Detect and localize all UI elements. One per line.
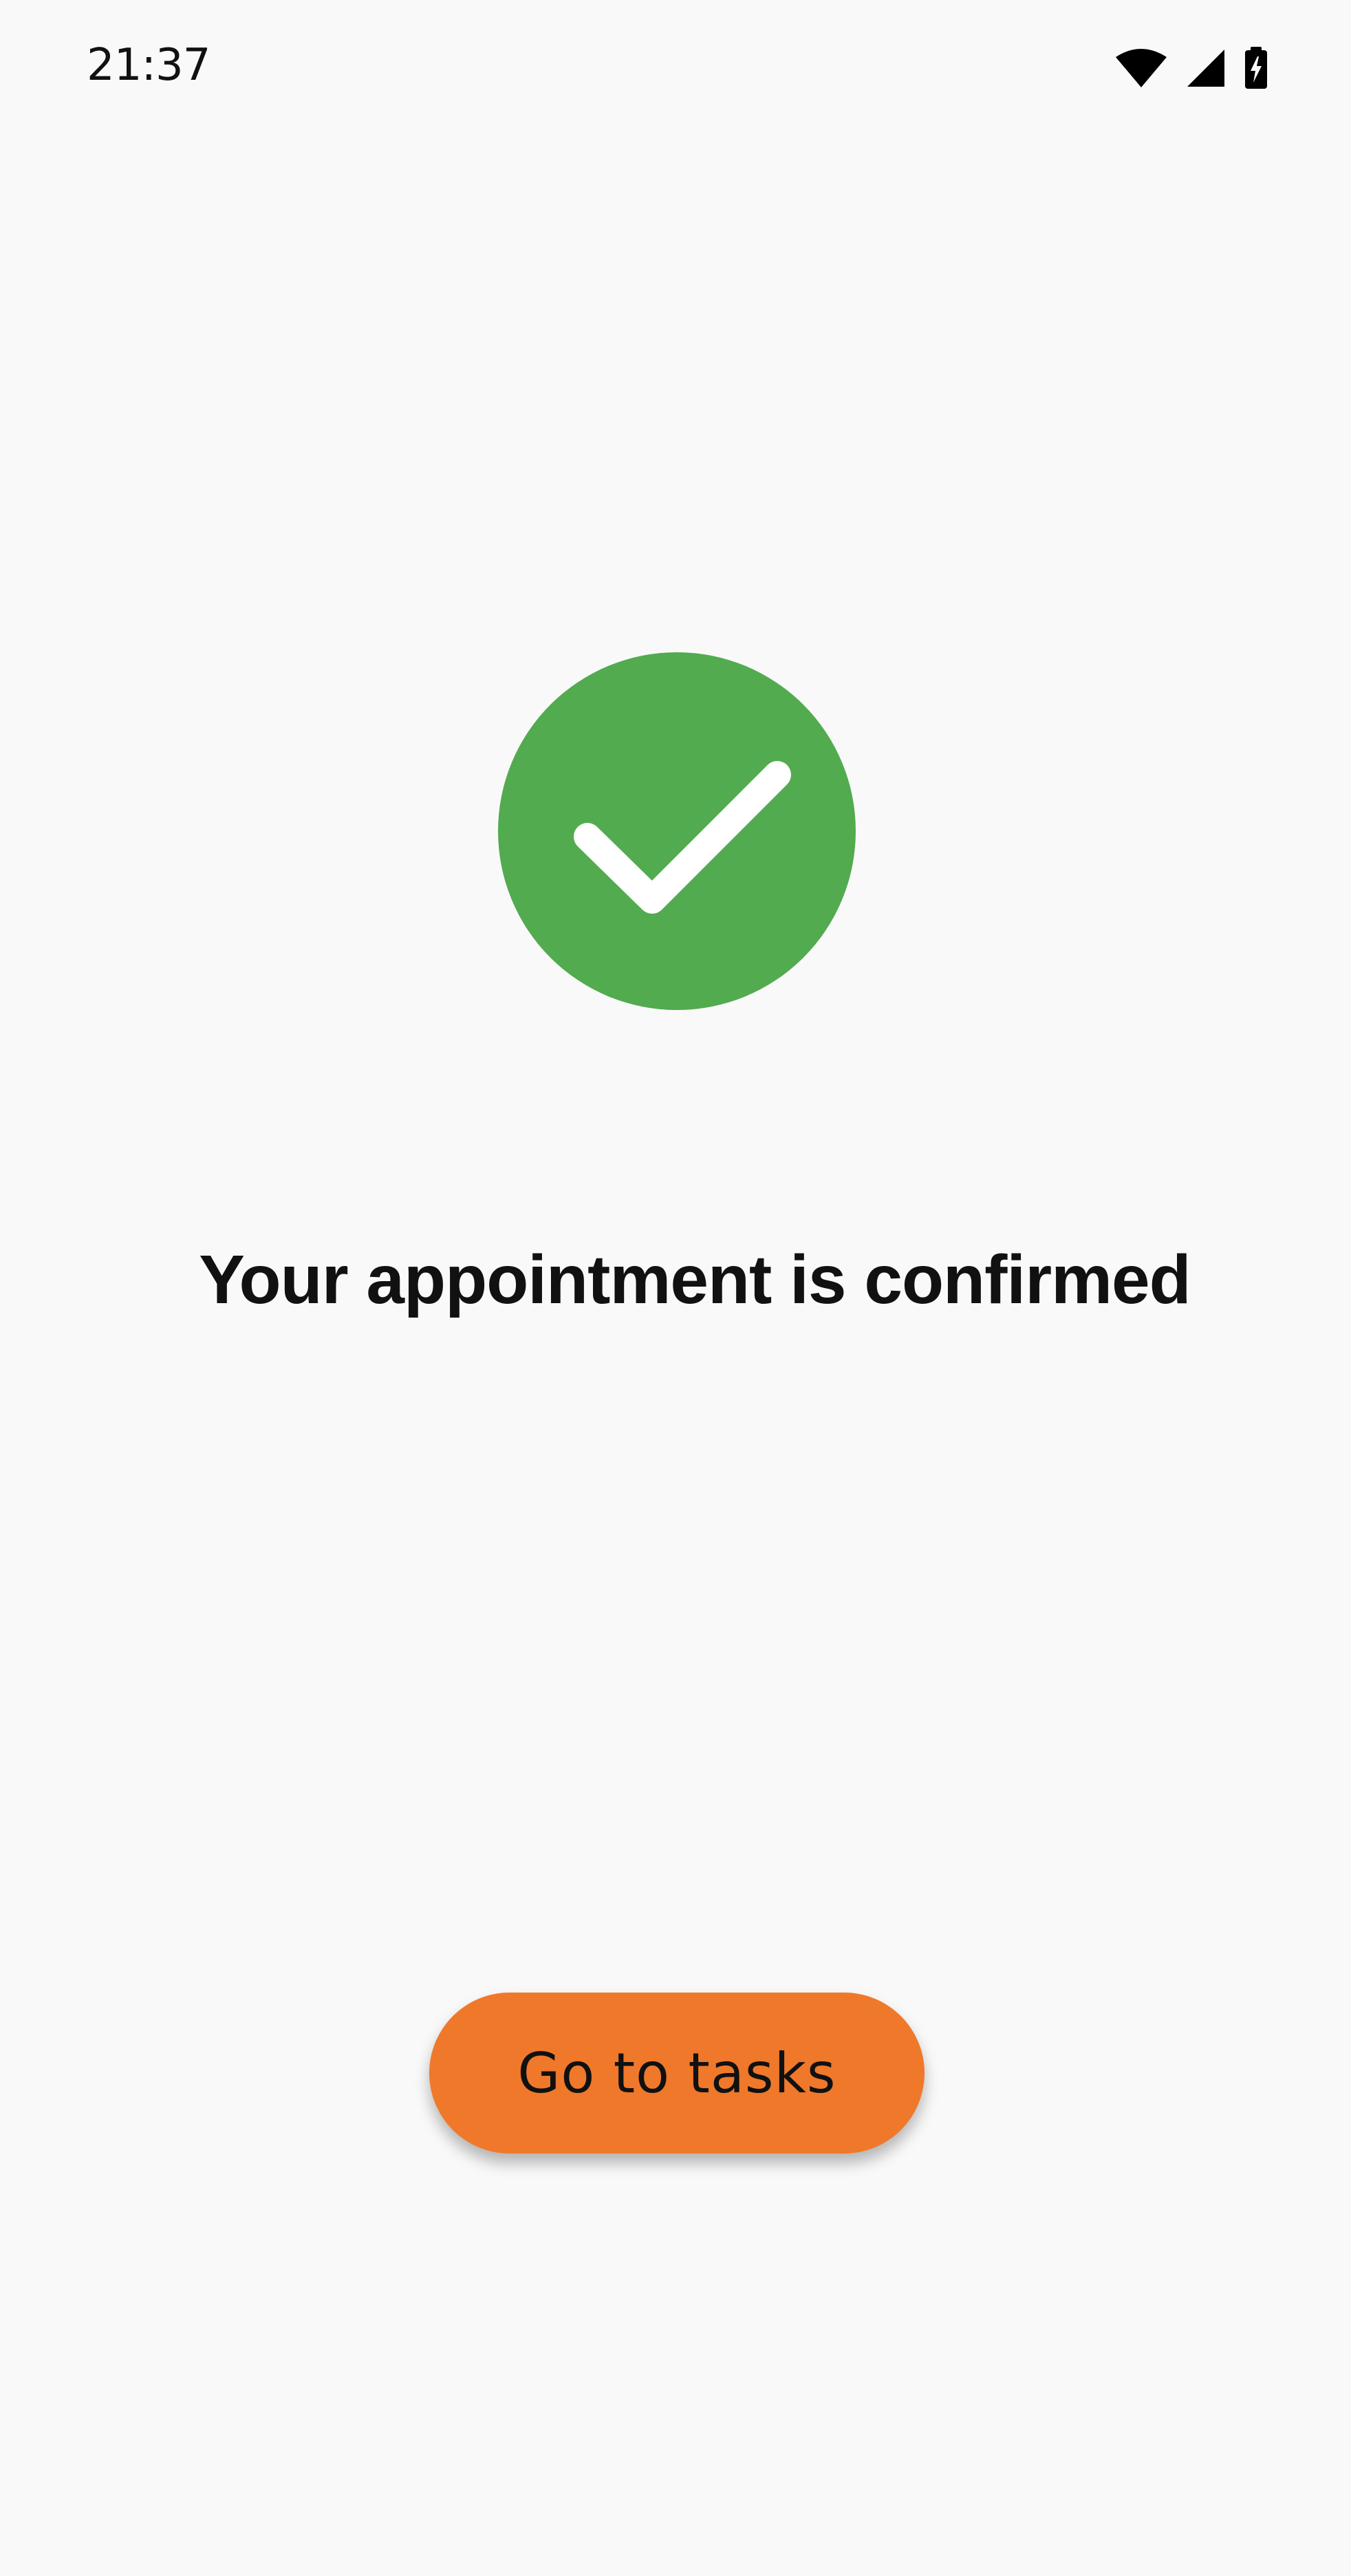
confirmation-title: Your appointment is confirmed: [199, 1241, 1191, 1318]
status-time: 21:37: [87, 40, 210, 91]
wifi-icon: [1114, 47, 1168, 92]
cellular-signal-icon: [1186, 48, 1226, 91]
battery-charging-icon: [1244, 47, 1268, 92]
go-to-tasks-button[interactable]: Go to tasks: [429, 1993, 925, 2154]
check-circle-icon: [498, 652, 856, 1010]
status-icons: [1114, 45, 1268, 94]
status-bar: 21:37: [0, 0, 1351, 144]
go-to-tasks-label: Go to tasks: [517, 2041, 836, 2105]
confirmation-screen: 21:37 Your appointment is confirmed Go t…: [0, 0, 1351, 2576]
